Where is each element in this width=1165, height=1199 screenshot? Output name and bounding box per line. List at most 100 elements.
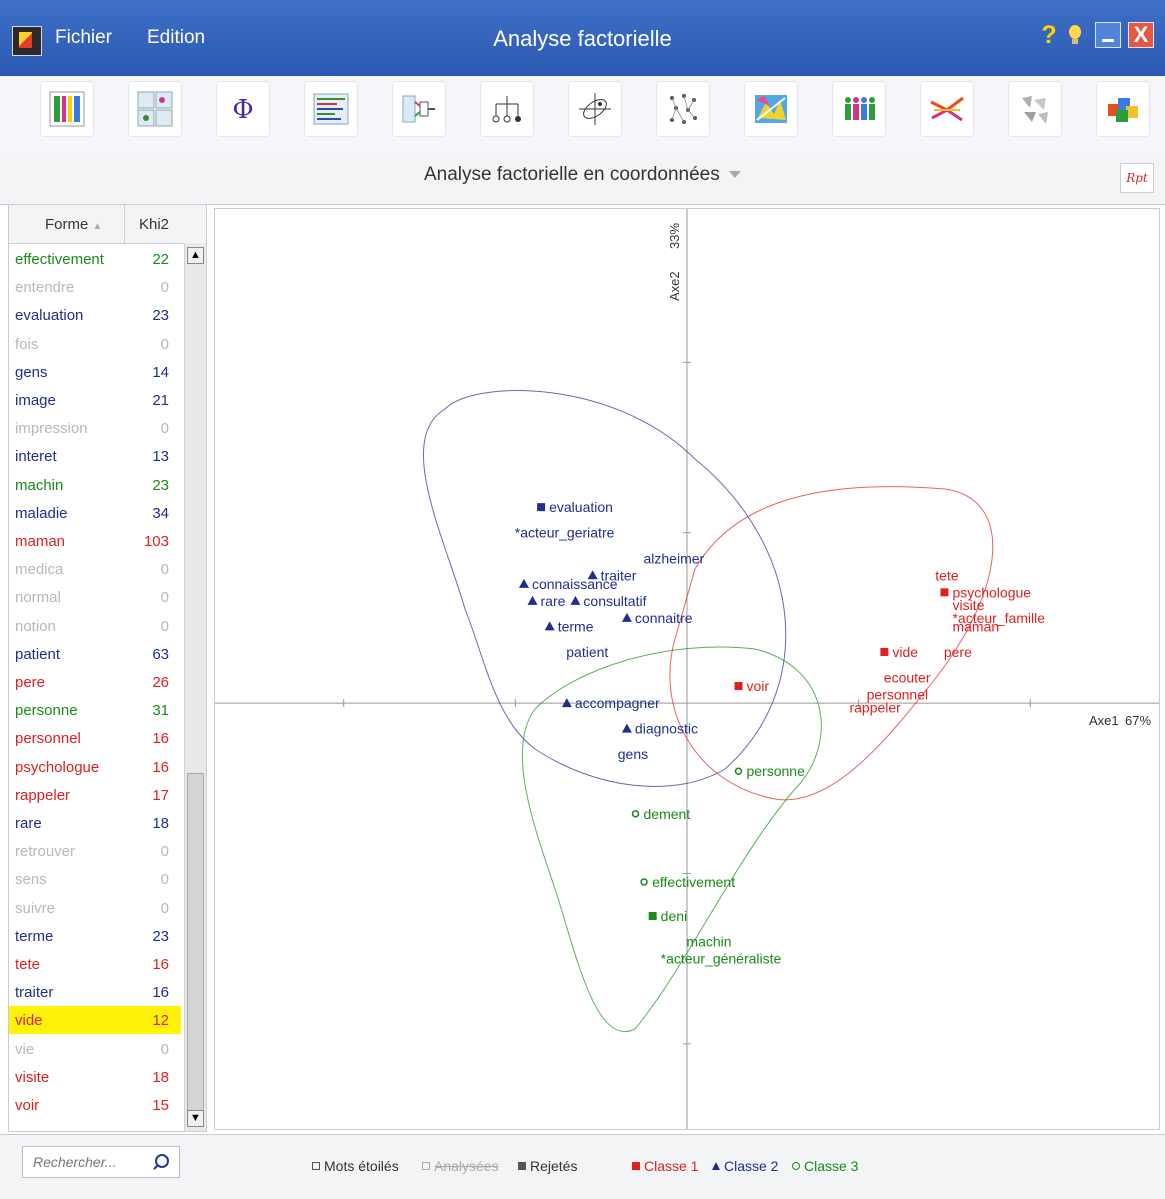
list-item[interactable]: medica 0 bbox=[9, 555, 181, 583]
list-item[interactable]: maladie 34 bbox=[9, 499, 181, 527]
list-item[interactable]: interet 13 bbox=[9, 442, 181, 470]
list-item-word: interet bbox=[15, 448, 57, 466]
list-item[interactable]: sens 0 bbox=[9, 865, 181, 893]
help-icon[interactable]: ? bbox=[1036, 22, 1062, 48]
list-item-word: pere bbox=[15, 674, 46, 691]
analysis-title-dropdown[interactable]: Analyse factorielle en coordonnées bbox=[0, 164, 1165, 186]
legend-classe1[interactable]: Classe 1 bbox=[632, 1158, 698, 1174]
data-label: gens bbox=[618, 746, 648, 762]
search-input[interactable] bbox=[31, 1153, 151, 1171]
list-item[interactable]: tete 16 bbox=[9, 950, 181, 978]
list-item-word: image bbox=[15, 392, 56, 409]
scroll-down-icon[interactable]: ▼ bbox=[187, 1110, 204, 1127]
list-item-khi2: 15 bbox=[152, 1097, 169, 1114]
list-item[interactable]: impression 0 bbox=[9, 414, 181, 442]
list-item-khi2: 103 bbox=[143, 533, 169, 550]
legend-classe3[interactable]: Classe 3 bbox=[792, 1158, 858, 1174]
list-item[interactable]: suivre 0 bbox=[9, 894, 181, 922]
scroll-up-icon[interactable]: ▲ bbox=[187, 247, 204, 264]
search-box[interactable] bbox=[22, 1146, 180, 1178]
legend-classe2[interactable]: Classe 2 bbox=[712, 1158, 778, 1174]
list-item-word: rare bbox=[15, 815, 42, 832]
multi-table-icon[interactable] bbox=[128, 81, 182, 137]
word-list-panel: Forme ▲ Khi2 effectivement 22 entendre 0 eva… bbox=[8, 204, 207, 1132]
list-item[interactable]: personne 31 bbox=[9, 696, 181, 724]
list-item[interactable]: pere 26 bbox=[9, 668, 181, 696]
list-item[interactable]: vide 12 bbox=[9, 1006, 181, 1035]
list-item[interactable]: visite 18 bbox=[9, 1063, 181, 1091]
legend-rejetes[interactable]: Rejetés bbox=[518, 1158, 577, 1174]
scroll-thumb[interactable] bbox=[187, 773, 204, 1123]
list-item[interactable]: personnel 16 bbox=[9, 724, 181, 752]
data-label: voir bbox=[746, 678, 769, 694]
list-item-word: entendre bbox=[15, 279, 75, 297]
data-label: *acteur_geriatre bbox=[515, 525, 615, 541]
analysis-subbar: Analyse factorielle en coordonnées Rpt bbox=[0, 152, 1165, 205]
list-item[interactable]: effectivement 22 bbox=[9, 245, 181, 273]
list-item[interactable]: entendre 0 bbox=[9, 273, 181, 301]
list-item[interactable]: fois 0 bbox=[9, 330, 181, 358]
people-icon[interactable] bbox=[832, 81, 886, 137]
legend-mots-etoiles[interactable]: Mots étoilés bbox=[312, 1158, 399, 1174]
text-concordance-icon[interactable] bbox=[304, 81, 358, 137]
list-item[interactable]: evaluation 23 bbox=[9, 301, 181, 329]
toolbar: Φ bbox=[0, 76, 1165, 153]
factor-axes-icon[interactable] bbox=[568, 81, 622, 137]
list-item[interactable]: rare 18 bbox=[9, 809, 181, 837]
report-button[interactable]: Rpt bbox=[1120, 163, 1154, 193]
network-icon[interactable] bbox=[656, 81, 710, 137]
list-item-word: personne bbox=[15, 702, 78, 720]
list-item[interactable]: terme 23 bbox=[9, 922, 181, 950]
circle-marker-icon bbox=[792, 1162, 800, 1170]
list-item-word: evaluation bbox=[15, 307, 84, 325]
list-item[interactable]: voir 15 bbox=[9, 1091, 181, 1119]
list-item[interactable]: rappeler 17 bbox=[9, 781, 181, 809]
data-label: personne bbox=[746, 763, 805, 779]
legend-analysees[interactable]: Analysées bbox=[422, 1158, 499, 1174]
list-item[interactable]: patient 63 bbox=[9, 640, 181, 668]
data-point-square bbox=[880, 647, 889, 656]
list-item[interactable]: notion 0 bbox=[9, 612, 181, 640]
list-item-khi2: 13 bbox=[152, 448, 169, 466]
flow-icon[interactable] bbox=[392, 81, 446, 137]
list-item-khi2: 0 bbox=[160, 871, 169, 889]
list-item-word: sens bbox=[15, 871, 47, 889]
data-label: vide bbox=[892, 644, 918, 660]
fragments-icon[interactable] bbox=[1008, 81, 1062, 137]
close-button[interactable]: X bbox=[1128, 22, 1154, 48]
list-item[interactable]: traiter 16 bbox=[9, 978, 181, 1006]
list-item[interactable]: machin 23 bbox=[9, 471, 181, 499]
list-item[interactable]: retrouver 0 bbox=[9, 837, 181, 865]
bird-icon[interactable] bbox=[920, 81, 974, 137]
list-item-word: maman bbox=[15, 533, 66, 550]
lightbulb-icon[interactable] bbox=[1062, 22, 1088, 48]
minimize-button[interactable] bbox=[1095, 22, 1121, 48]
list-item-word: psychologue bbox=[15, 758, 100, 776]
cubes-icon[interactable] bbox=[1096, 81, 1150, 137]
analysis-title: Analyse factorielle en coordonnées bbox=[423, 164, 720, 185]
search-icon[interactable] bbox=[155, 1154, 169, 1168]
list-item[interactable]: vie 0 bbox=[9, 1035, 181, 1063]
list-item-khi2: 0 bbox=[160, 1040, 169, 1058]
list-item-khi2: 26 bbox=[152, 674, 169, 691]
list-item[interactable]: maman 103 bbox=[9, 527, 181, 555]
tree-icon[interactable] bbox=[480, 81, 534, 137]
column-forme-header[interactable]: Forme ▲ bbox=[45, 216, 102, 233]
phi-icon[interactable]: Φ bbox=[216, 81, 270, 137]
list-item-khi2: 17 bbox=[152, 786, 169, 804]
chevron-down-icon[interactable] bbox=[729, 171, 742, 179]
map-icon[interactable] bbox=[744, 81, 798, 137]
list-item-word: tete bbox=[15, 956, 41, 973]
list-item-khi2: 0 bbox=[160, 589, 169, 607]
list-item[interactable]: normal 0 bbox=[9, 583, 181, 611]
list-item-word: medica bbox=[15, 561, 64, 579]
list-scrollbar[interactable]: ▲ ▼ bbox=[184, 243, 206, 1131]
list-item-khi2: 0 bbox=[160, 843, 169, 861]
list-item[interactable]: image 21 bbox=[9, 386, 181, 414]
list-item[interactable]: psychologue 16 bbox=[9, 753, 181, 781]
factor-plot-svg: evaluation*acteur_geriatrealzheimertrait… bbox=[215, 209, 1159, 1129]
grid-icon[interactable] bbox=[40, 81, 94, 137]
column-khi2-header[interactable]: Khi2 bbox=[139, 216, 169, 233]
list-item[interactable]: gens 14 bbox=[9, 358, 181, 386]
y-axis-label: Axe2 bbox=[667, 271, 682, 301]
